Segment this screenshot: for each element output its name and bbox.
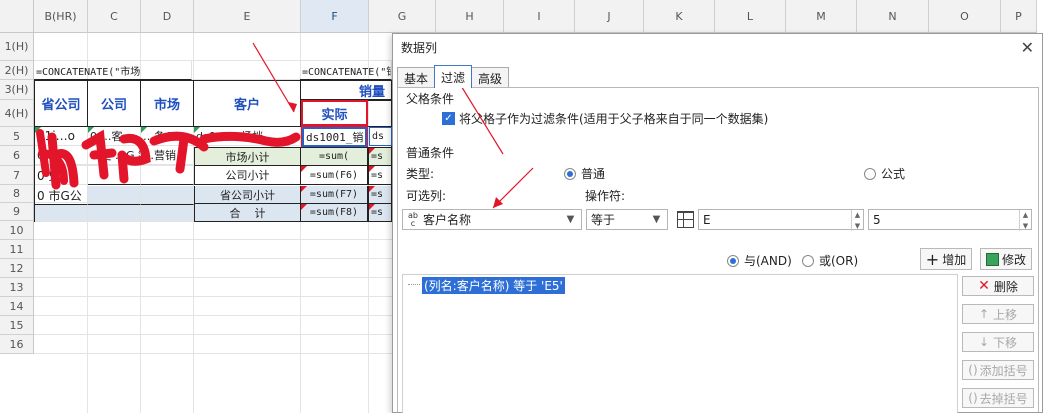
row-header[interactable]: 10 [0,221,34,240]
row-header[interactable]: 12 [0,259,34,278]
row-header[interactable]: 3(H) [0,80,34,100]
row-header[interactable]: 7 [0,166,34,185]
logic-or-radio[interactable]: 或(OR) [802,252,858,269]
logic-and-label: 与(AND) [744,254,792,268]
cell-g6[interactable]: =s [368,147,392,166]
logic-or-label: 或(OR) [819,254,859,268]
app-window: B(HR) C D E F G H I J K L M N O P 1(H) 2(H) 3(H) 4(H) 5 6 7 8… [0,0,1043,413]
row-header[interactable]: 6 [0,146,34,166]
column-header[interactable]: O [929,0,1001,33]
cell-c9[interactable] [88,204,141,222]
row-header[interactable]: 13 [0,278,34,297]
row-header[interactable]: 16 [0,335,34,354]
column-header[interactable]: C [88,0,141,33]
column-header[interactable]: J [575,0,644,33]
row-header[interactable]: 5 [0,127,34,146]
header-market[interactable]: 市场 [140,80,194,127]
column-header[interactable]: D [141,0,194,33]
cell-f9[interactable]: =sum(F8) [300,204,368,222]
column-header[interactable]: F [301,0,369,33]
column-header[interactable]: L [715,0,786,33]
column-header[interactable]: E [194,0,301,33]
move-down-label: 下移 [993,335,1018,350]
cell-f9-text: =sum(F8) [309,207,359,218]
header-actual[interactable]: 实际 [301,100,368,126]
bracket-open-icon: () [968,363,978,377]
move-down-button[interactable]: ↓ 下移 [962,332,1034,352]
add-condition-button[interactable]: + 增加 [920,248,972,270]
select-all-corner[interactable] [0,0,34,33]
column-header[interactable]: M [786,0,857,33]
column-header[interactable]: N [857,0,929,33]
radio-selected-icon [727,254,739,267]
red-redaction-scribble [36,129,301,190]
row-header[interactable]: 4(H) [0,100,34,127]
cell-d9[interactable] [141,204,194,222]
delete-button[interactable]: ✕ 删除 [962,276,1034,296]
arrow-down-icon: ↓ [978,335,990,349]
tab-filter[interactable]: 过滤 [434,65,473,88]
column-header[interactable]: I [504,0,575,33]
column-header[interactable]: B(HR) [34,0,88,33]
annotation-arrow-sheet [252,42,297,113]
annotation-arrows-dialog [454,75,534,209]
plus-icon: + [925,249,940,269]
cell-g7[interactable]: =s [368,166,392,185]
row-header[interactable]: 11 [0,240,34,259]
bracket-remove-icon: () [968,391,978,405]
move-up-label: 上移 [993,307,1018,322]
cell-g9[interactable]: =s [368,204,392,222]
delete-label: 删除 [993,279,1018,294]
modify-condition-label: 修改 [1001,252,1026,267]
delete-x-icon: ✕ [978,278,990,294]
radio-unselected-icon [802,254,814,267]
cell-g5[interactable]: ds [369,127,392,146]
modify-condition-button[interactable]: 修改 [980,248,1032,270]
cell-g4[interactable] [368,100,392,127]
condition-list-item[interactable]: (列名:客户名称) 等于 'E5' [422,277,565,294]
column-header[interactable]: G [369,0,436,33]
column-header[interactable]: K [644,0,715,33]
header-sales[interactable]: 销量 [300,80,392,100]
row-header[interactable]: 9 [0,203,34,221]
condition-list[interactable]: (列名:客户名称) 等于 'E5' [402,274,958,413]
move-up-button[interactable]: ↑ 上移 [962,304,1034,324]
cell-f2[interactable]: =CONCATENATE("销 [300,61,392,80]
row-header[interactable]: 14 [0,297,34,316]
logic-and-radio[interactable]: 与(AND) [727,252,792,269]
edit-icon [985,252,999,266]
tree-branch-line [408,284,420,285]
cell-e9[interactable]: 合 计 [194,204,301,222]
header-province-company[interactable]: 省公司 [34,80,88,127]
remove-bracket-button[interactable]: () 去掉括号 [962,388,1034,408]
row-header[interactable]: 1(H) [0,33,34,61]
column-header[interactable]: H [436,0,504,33]
row-header[interactable]: 2(H) [0,61,34,80]
remove-bracket-label: 去掉括号 [979,391,1028,406]
cell-g8[interactable]: =s [368,186,392,204]
cell-b9[interactable] [35,204,88,222]
add-condition-label: 增加 [942,252,967,267]
add-bracket-label: 添加括号 [979,363,1028,378]
header-company[interactable]: 公司 [87,80,141,127]
cell-b2[interactable]: =CONCATENATE("市场 [34,61,192,80]
add-bracket-button[interactable]: () 添加括号 [962,360,1034,380]
arrow-up-icon: ↑ [978,307,990,321]
data-column-dialog: 数据列 ✕ 基本 过滤 高级 父格条件 ✓ 将父格子作为过滤条件(适用于父子格来… [392,33,1043,413]
row-header[interactable]: 15 [0,316,34,335]
column-header[interactable]: P [1001,0,1037,33]
row-header[interactable]: 8 [0,185,34,203]
